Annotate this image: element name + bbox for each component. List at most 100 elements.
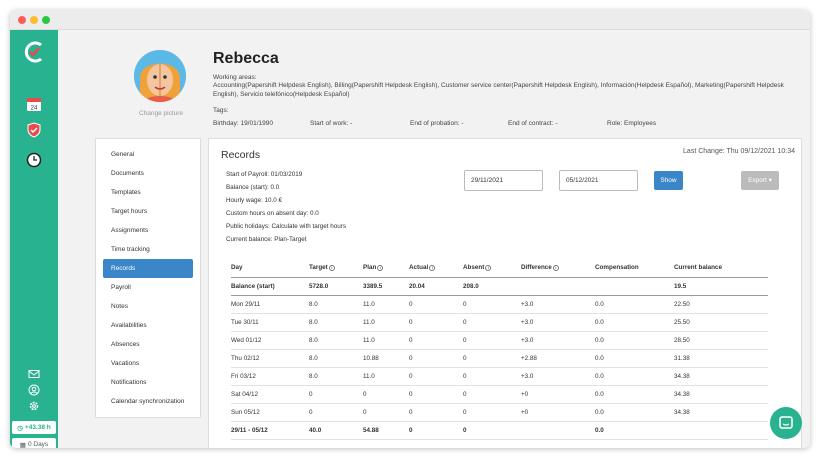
table-cell: 22.50 bbox=[674, 295, 768, 314]
info-icon[interactable]: i bbox=[485, 264, 492, 271]
working-areas-line1: Accounting(Papershift Helpdesk English),… bbox=[213, 82, 784, 89]
change-picture-link[interactable]: Change picture bbox=[116, 110, 206, 117]
info-start-of-payroll: Start of Payroll: 01/03/2019 bbox=[226, 171, 303, 178]
gear-icon[interactable] bbox=[22, 394, 46, 418]
maximize-window-button[interactable] bbox=[42, 16, 50, 24]
tags-label: Tags: bbox=[213, 107, 229, 114]
date-to-input[interactable]: 05/12/2021 bbox=[559, 170, 638, 191]
chat-icon bbox=[779, 416, 793, 429]
table-cell: 0 bbox=[463, 367, 521, 386]
close-window-button[interactable] bbox=[18, 16, 26, 24]
minimize-window-button[interactable] bbox=[30, 16, 38, 24]
panel-title: Records bbox=[221, 149, 261, 161]
clock-icon: ◷ bbox=[17, 424, 23, 432]
table-cell: 8.0 bbox=[309, 331, 363, 350]
table-cell: 11.0 bbox=[363, 295, 409, 314]
table-cell: 0.0 bbox=[595, 367, 674, 386]
table-cell: 0 bbox=[363, 385, 409, 404]
table-cell: 0.0 bbox=[595, 349, 674, 368]
sidebar-item-documents[interactable]: Documents bbox=[96, 164, 200, 183]
sidebar-item-assignments[interactable]: Assignments bbox=[96, 221, 200, 240]
avatar[interactable] bbox=[134, 50, 186, 102]
table-cell: 31.38 bbox=[674, 349, 768, 368]
sidebar-item-payroll[interactable]: Payroll bbox=[96, 278, 200, 297]
role: Role: Employees bbox=[607, 120, 657, 127]
date-from-input[interactable]: 29/11/2021 bbox=[464, 170, 543, 191]
sidebar-item-records[interactable]: Records bbox=[103, 259, 193, 278]
table-cell: 11.0 bbox=[363, 367, 409, 386]
table-cell: 20.04 bbox=[409, 277, 463, 296]
chat-button[interactable] bbox=[770, 407, 802, 439]
info-icon[interactable]: i bbox=[552, 264, 559, 271]
info-balance-start: Balance (start): 0.0 bbox=[226, 184, 280, 191]
column-header: Day bbox=[231, 259, 309, 278]
table-cell: 40.0 bbox=[309, 420, 363, 440]
table-cell: 0.0 bbox=[595, 403, 674, 422]
table-row: Tue 30/11 8.0 11.0 0 0 +3.0 0.0 25.50 bbox=[231, 313, 768, 332]
sidebar-item-templates[interactable]: Templates bbox=[96, 183, 200, 202]
show-button[interactable]: Show bbox=[654, 171, 683, 190]
table-cell: 11.0 bbox=[363, 313, 409, 332]
clock-icon[interactable] bbox=[22, 148, 46, 172]
info-custom-hours: Custom hours on absent day: 0.0 bbox=[226, 210, 319, 217]
info-public-holidays: Public holidays: Calculate with target h… bbox=[226, 223, 347, 230]
table-cell: 10.88 bbox=[363, 349, 409, 368]
sidebar-item-vacations[interactable]: Vacations bbox=[96, 354, 200, 373]
table-row: Mon 29/11 8.0 11.0 0 0 +3.0 0.0 22.50 bbox=[231, 295, 768, 314]
sidebar-item-calendar-synchronization[interactable]: Calendar synchronization bbox=[96, 392, 200, 411]
table-cell: 0 bbox=[463, 331, 521, 350]
table-cell bbox=[521, 277, 595, 296]
table-cell: 0 bbox=[463, 313, 521, 332]
column-header: Compensation bbox=[595, 259, 674, 278]
table-cell: 0 bbox=[463, 295, 521, 314]
table-cell: 11.0 bbox=[363, 331, 409, 350]
table-cell: Sun 05/12 bbox=[231, 403, 309, 422]
table-cell: 8.0 bbox=[309, 295, 363, 314]
sidebar-item-notes[interactable]: Notes bbox=[96, 297, 200, 316]
table-cell: 3389.5 bbox=[363, 277, 409, 296]
info-icon[interactable]: i bbox=[328, 264, 335, 271]
profile-name: Rebecca bbox=[213, 50, 279, 67]
shield-icon[interactable] bbox=[22, 118, 46, 142]
export-button[interactable]: Export ▾ bbox=[741, 171, 779, 190]
overtime-badge[interactable]: ◷ +43.38 h bbox=[12, 421, 56, 434]
sidebar-item-availabilities[interactable]: Availabilities bbox=[96, 316, 200, 335]
table-cell: +3.0 bbox=[521, 313, 595, 332]
info-icon[interactable]: i bbox=[429, 264, 436, 271]
table-cell: Thu 02/12 bbox=[231, 349, 309, 368]
sidebar-item-target-hours[interactable]: Target hours bbox=[96, 202, 200, 221]
table-cell bbox=[595, 277, 674, 296]
sidebar-item-time-tracking[interactable]: Time tracking bbox=[96, 240, 200, 259]
table-cell: 34.38 bbox=[674, 385, 768, 404]
info-current-balance: Current balance: Plan-Target bbox=[226, 236, 307, 243]
table-cell: 0 bbox=[409, 313, 463, 332]
column-header: Target i bbox=[309, 259, 363, 278]
table-cell: Sat 04/12 bbox=[231, 385, 309, 404]
table-cell: Mon 29/11 bbox=[231, 295, 309, 314]
column-header: Plan i bbox=[363, 259, 409, 278]
table-cell: Tue 30/11 bbox=[231, 313, 309, 332]
table-row: Fri 03/12 8.0 11.0 0 0 +3.0 0.0 34.38 bbox=[231, 367, 768, 386]
table-cell: 19.5 bbox=[674, 277, 768, 296]
table-cell: 34.38 bbox=[674, 367, 768, 386]
table-cell: Balance (start) bbox=[231, 277, 309, 296]
left-rail: 24 ◷ +43.38 h ▦ 0 Days bbox=[10, 30, 58, 448]
table-cell: 28.50 bbox=[674, 331, 768, 350]
table-cell: +3.0 bbox=[521, 331, 595, 350]
table-cell: +3.0 bbox=[521, 295, 595, 314]
info-icon[interactable]: i bbox=[377, 264, 384, 271]
sidebar-item-general[interactable]: General bbox=[96, 145, 200, 164]
table-cell: 0 bbox=[409, 403, 463, 422]
logo-icon[interactable] bbox=[20, 38, 48, 66]
vacation-badge[interactable]: ▦ 0 Days bbox=[12, 438, 56, 448]
calendar-icon[interactable]: 24 bbox=[22, 92, 46, 116]
table-cell: 0 bbox=[409, 331, 463, 350]
table-cell: 8.0 bbox=[309, 313, 363, 332]
table-cell: 0.0 bbox=[595, 385, 674, 404]
table-cell: 0 bbox=[463, 385, 521, 404]
table-cell: Fri 03/12 bbox=[231, 367, 309, 386]
table-cell: 54.88 bbox=[363, 420, 409, 440]
sidebar-item-absences[interactable]: Absences bbox=[96, 335, 200, 354]
table-row: Wed 01/12 8.0 11.0 0 0 +3.0 0.0 28.50 bbox=[231, 331, 768, 350]
sidebar-item-notifications[interactable]: Notifications bbox=[96, 373, 200, 392]
